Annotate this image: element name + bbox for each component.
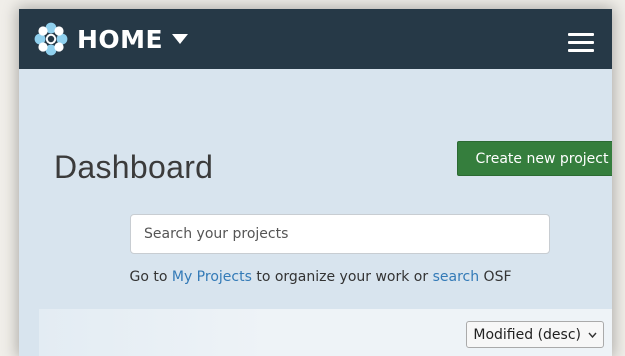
sort-selected-value: Modified (desc) bbox=[473, 326, 581, 343]
search-projects-input[interactable] bbox=[130, 214, 550, 254]
search-osf-link[interactable]: search bbox=[433, 269, 480, 285]
dashboard-help-text: Go to My Projects to organize your work … bbox=[19, 269, 612, 285]
help-prefix: Go to bbox=[129, 269, 172, 285]
dashboard-header: Dashboard Create new project Go to My Pr… bbox=[19, 69, 612, 309]
hamburger-bar bbox=[568, 41, 594, 44]
help-middle: to organize your work or bbox=[251, 269, 433, 285]
page-title: Dashboard bbox=[54, 149, 214, 185]
create-new-project-button[interactable]: Create new project bbox=[457, 141, 612, 176]
chevron-down-icon bbox=[588, 332, 597, 338]
caret-down-icon bbox=[172, 34, 189, 44]
home-dropdown[interactable]: HOME bbox=[33, 21, 189, 57]
my-projects-link[interactable]: My Projects bbox=[172, 269, 252, 285]
help-suffix: OSF bbox=[479, 269, 512, 285]
sort-order-select[interactable]: Modified (desc) bbox=[466, 321, 604, 348]
home-label: HOME bbox=[77, 24, 164, 54]
hamburger-bar bbox=[568, 33, 594, 36]
osf-flower-logo-icon bbox=[34, 22, 68, 56]
projects-panel: Modified (desc) bbox=[39, 309, 612, 356]
hamburger-menu-icon[interactable] bbox=[568, 33, 594, 53]
hamburger-bar bbox=[568, 49, 594, 52]
top-navbar: HOME bbox=[19, 9, 612, 69]
browser-viewport: HOME Dashboard Create new project Go to … bbox=[19, 9, 612, 356]
